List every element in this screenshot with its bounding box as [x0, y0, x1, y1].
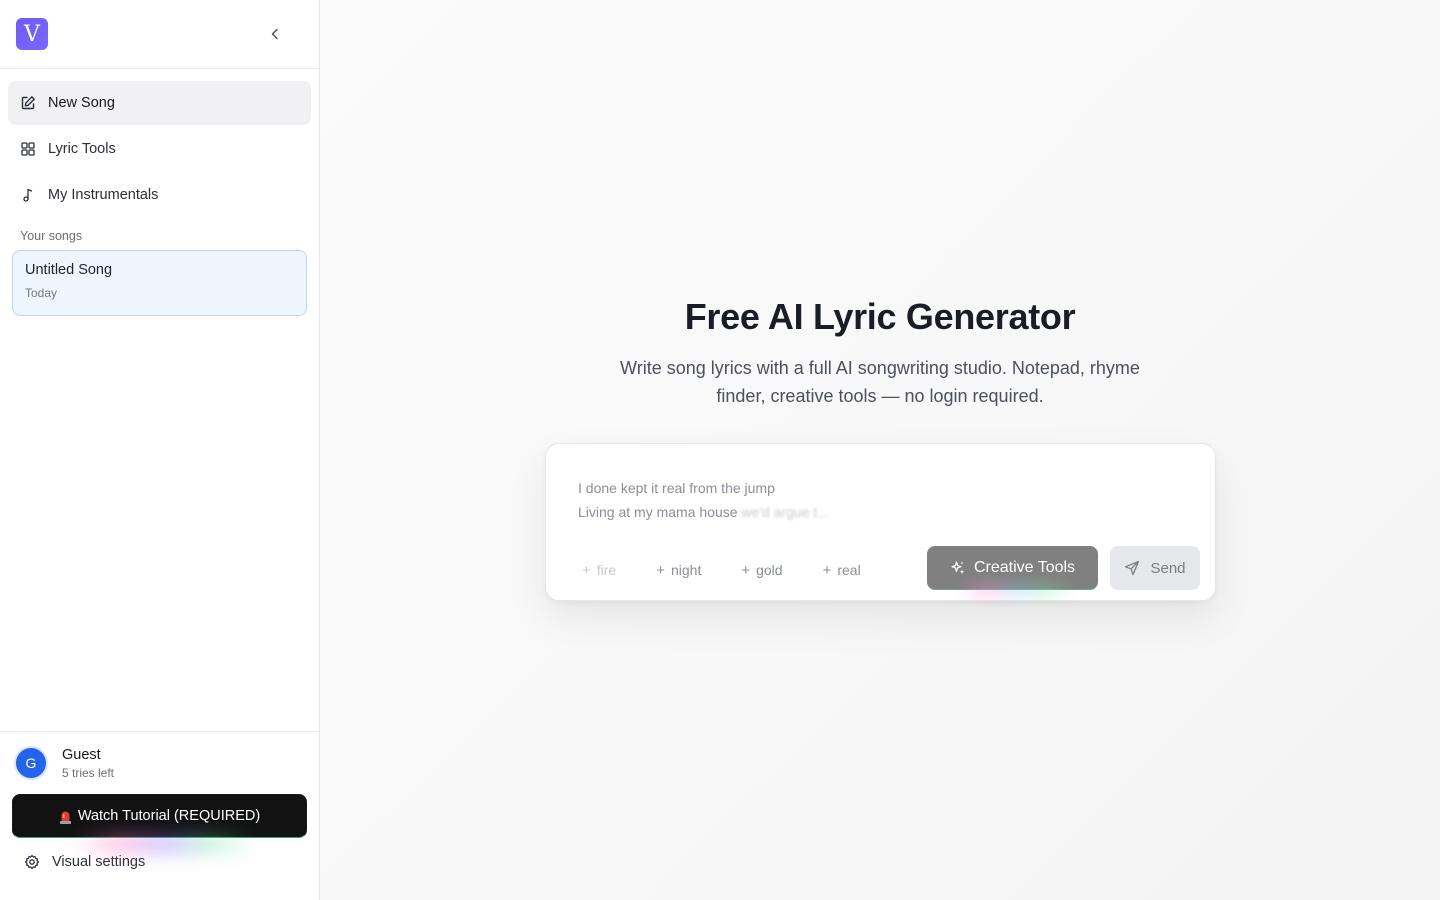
suggestion-chips: + fire + night + gold + real [572, 557, 891, 583]
plus-icon: + [741, 561, 751, 579]
send-label: Send [1150, 559, 1186, 577]
lyrics-input[interactable]: I done kept it real from the jump Living… [578, 476, 829, 524]
sidebar-item-new-song[interactable]: New Song [8, 81, 311, 125]
music-note-icon [23, 188, 33, 202]
grid-icon [21, 142, 35, 156]
lyrics-line-1: I done kept it real from the jump [578, 480, 775, 496]
chevron-left-icon [271, 28, 278, 40]
watch-tutorial-button[interactable]: Watch Tutorial (REQUIRED) [12, 794, 307, 855]
chip-real[interactable]: + real [813, 557, 871, 583]
creative-tools-button[interactable]: Creative Tools [927, 546, 1098, 590]
chip-fire[interactable]: + fire [572, 557, 626, 583]
sidebar-nav: New Song Lyric Tools My Instrumentals [0, 69, 319, 219]
your-songs-label: Your songs [20, 229, 83, 243]
send-icon [1125, 560, 1140, 576]
plus-icon: + [656, 561, 665, 579]
sidebar-footer: G Guest 5 tries left Watch Tutorial (REQ… [0, 731, 319, 900]
sidebar-item-my-instrumentals[interactable]: My Instrumentals [8, 173, 311, 217]
gear-icon [24, 854, 40, 870]
sidebar: V New Song Lyric Tools My Instrumentals … [0, 0, 320, 900]
plus-icon: + [822, 561, 832, 579]
sidebar-item-label: My Instrumentals [48, 187, 159, 203]
plus-icon: + [582, 561, 591, 579]
sparkles-icon [951, 560, 965, 574]
user-profile[interactable]: G Guest 5 tries left [12, 746, 307, 780]
visual-settings-button[interactable]: Visual settings [12, 838, 307, 870]
chip-gold[interactable]: + gold [731, 557, 792, 583]
watch-tutorial-label: Watch Tutorial (REQUIRED) [77, 808, 261, 824]
hero: Free AI Lyric Generator Write song lyric… [320, 296, 1440, 410]
app: V New Song Lyric Tools My Instrumentals … [0, 0, 1440, 900]
lyrics-line-2: Living at my mama house we'd argue t... [578, 500, 829, 524]
sidebar-item-lyric-tools[interactable]: Lyric Tools [8, 127, 311, 171]
song-date: Today [25, 286, 58, 300]
page-subtitle: Write song lyrics with a full AI songwri… [620, 358, 1140, 406]
chip-night[interactable]: + night [646, 557, 711, 583]
user-name: Guest [62, 746, 101, 763]
sidebar-item-label: Lyric Tools [48, 141, 116, 157]
chip-label: fire [596, 562, 617, 578]
avatar: G [14, 746, 48, 780]
sidebar-header: V [0, 0, 319, 69]
creative-tools-label: Creative Tools [973, 558, 1076, 576]
lyrics-composer[interactable]: I done kept it real from the jump Living… [545, 443, 1216, 601]
visual-settings-label: Visual settings [52, 854, 146, 870]
chip-label: gold [756, 562, 783, 578]
app-logo[interactable]: V [16, 18, 48, 50]
edit-icon [21, 96, 35, 110]
song-item[interactable]: Untitled Song Today [12, 250, 307, 316]
lyrics-line-2-text: Living at my mama house [578, 504, 738, 520]
page-title: Free AI Lyric Generator [684, 296, 1076, 337]
collapse-sidebar-button[interactable] [261, 20, 289, 48]
chip-label: real [837, 562, 861, 578]
siren-icon [59, 811, 71, 824]
chip-label: night [670, 562, 702, 578]
song-title: Untitled Song [25, 262, 113, 278]
lyrics-line-2-fading: we'd argue t... [741, 504, 829, 520]
send-button[interactable]: Send [1110, 546, 1200, 590]
main-content: Free AI Lyric Generator Write song lyric… [320, 0, 1440, 900]
sidebar-item-label: New Song [48, 95, 115, 111]
tries-left: 5 tries left [62, 765, 115, 780]
